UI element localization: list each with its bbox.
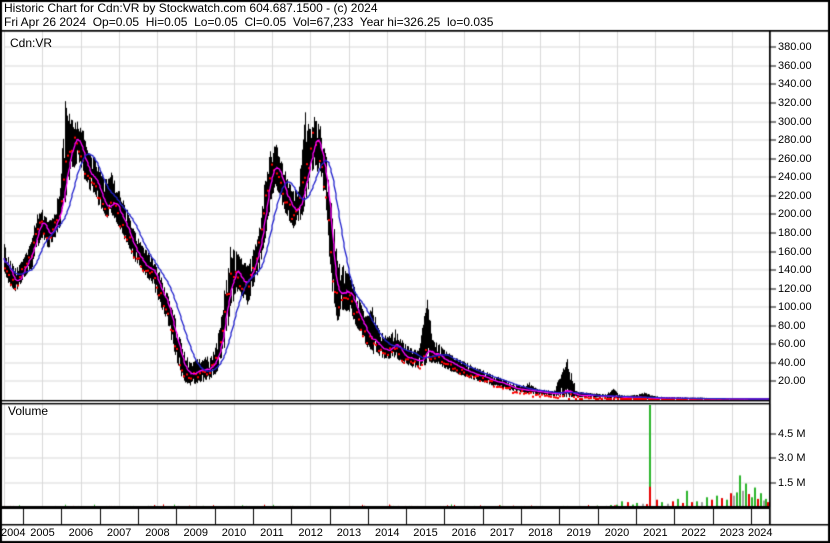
price-axis-tick-label: 60.00 [778,338,806,351]
year-axis-label: 2007 [106,527,132,539]
volume-axis-tick-label: 1.5 M [778,476,806,489]
year-axis-label: 2006 [68,527,94,539]
price-axis-tick-label: 180.00 [778,226,812,239]
price-axis-tick-label: 200.00 [778,208,812,221]
price-axis-tick-label: 380.00 [778,41,812,54]
volume-axis-tick-label: 4.5 M [778,428,806,441]
price-axis-tick-label: 220.00 [778,189,812,202]
historic-chart-window: Historic Chart for Cdn:VR by Stockwatch.… [0,0,830,543]
year-axis-label: 2004 [1,527,26,539]
chart-quote-summary: Fri Apr 26 2024 Op=0.05 Hi=0.05 Lo=0.05 … [4,15,494,29]
price-axis-tick-label: 280.00 [778,134,812,147]
year-axis-label: 2018 [528,527,553,539]
price-axis-tick-label: 120.00 [778,282,812,295]
year-axis-label: 2019 [566,527,591,539]
year-axis-label: 2021 [643,527,668,539]
year-axis-label: 2020 [604,527,630,539]
year-axis-label: 2014 [375,527,400,539]
year-axis-label: 2016 [451,527,477,539]
year-axis-label: 2023 [719,527,745,539]
volume-pane-label: Volume [8,404,49,418]
price-volume-chart-canvas [0,0,830,543]
year-axis-label: 2022 [681,527,706,539]
year-axis-label: 2008 [145,527,170,539]
year-axis-label: 2015 [413,527,438,539]
price-axis-tick-label: 320.00 [778,97,812,110]
price-axis-tick-label: 140.00 [778,264,812,277]
chart-title: Historic Chart for Cdn:VR by Stockwatch.… [4,1,378,15]
year-axis-label: 2017 [489,527,515,539]
price-axis-tick-label: 360.00 [778,59,812,72]
price-axis-tick-label: 160.00 [778,245,812,258]
volume-axis-tick-label: 3.0 M [778,452,806,465]
year-axis-label: 2013 [336,527,362,539]
year-axis-label: 2010 [221,527,247,539]
price-axis-tick-label: 100.00 [778,301,812,314]
price-axis-tick-label: 40.00 [778,356,806,369]
price-axis-tick-label: 240.00 [778,171,812,184]
price-axis-tick-label: 20.00 [778,375,806,388]
price-axis-tick-label: 300.00 [778,115,812,128]
price-pane-label: Cdn:VR [10,36,53,50]
year-axis-label: 2012 [298,527,323,539]
price-axis-tick-label: 80.00 [778,319,806,332]
year-axis-label: 2005 [30,527,55,539]
price-axis-tick-label: 260.00 [778,152,812,165]
year-axis-label: 2011 [260,527,284,539]
price-axis-tick-label: 340.00 [778,78,812,91]
year-axis-label: 2009 [183,527,208,539]
year-axis-label: 2024 [748,527,773,539]
